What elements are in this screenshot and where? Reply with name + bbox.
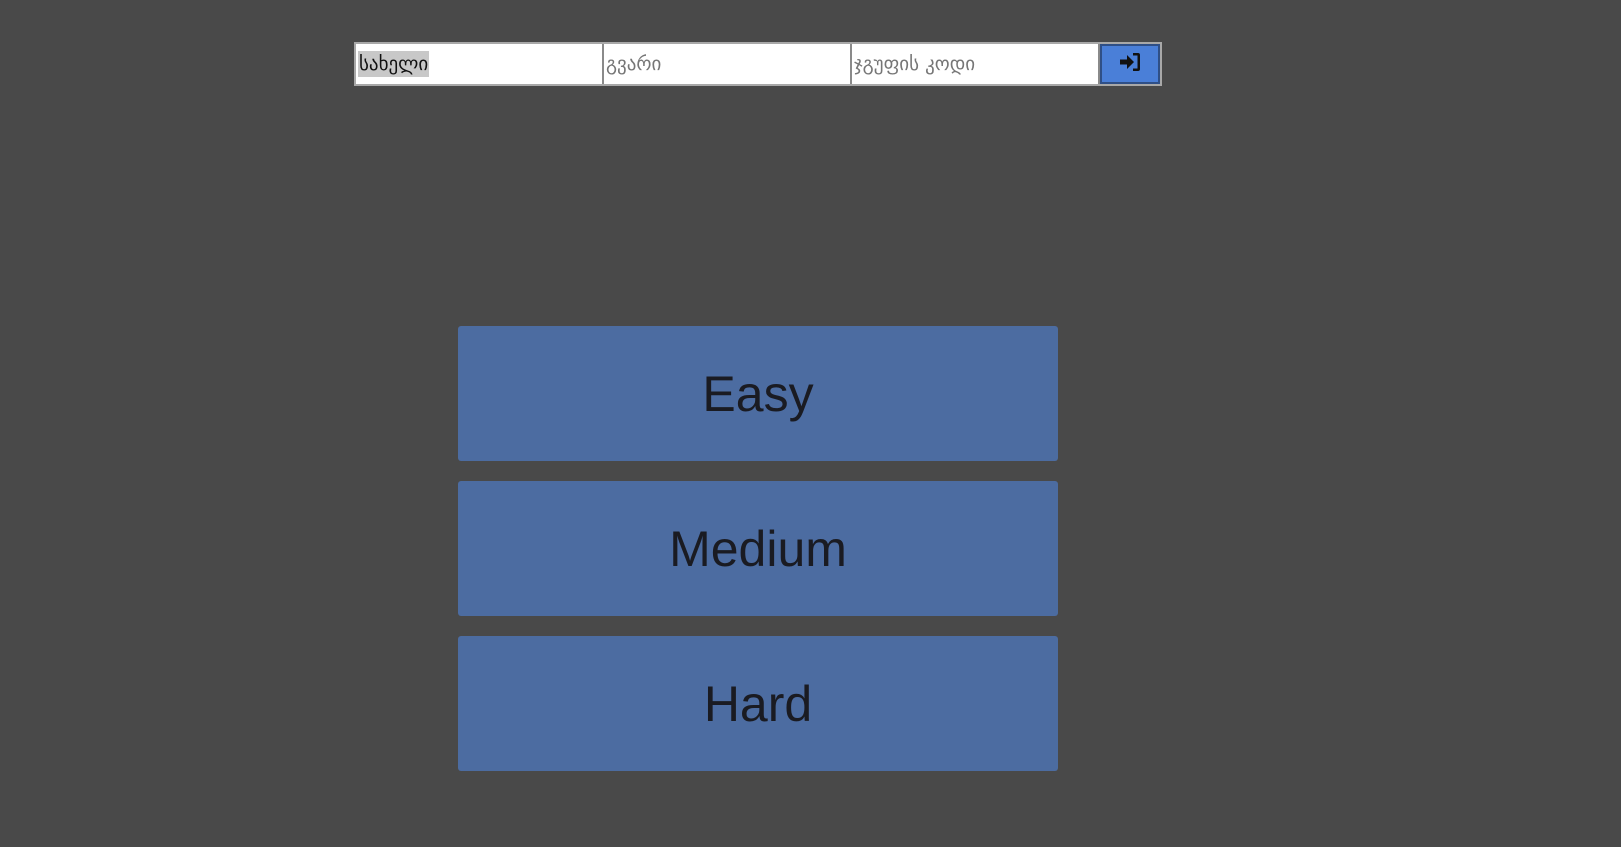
easy-label: Easy (702, 365, 814, 422)
last-name-field[interactable]: გვარი (604, 44, 852, 84)
sign-in-button[interactable] (1100, 44, 1160, 84)
login-bar: სახელი გვარი ჯგუფის კოდი (354, 42, 1162, 86)
medium-button[interactable]: Medium (458, 481, 1058, 616)
sign-in-icon (1119, 52, 1141, 76)
hard-button[interactable]: Hard (458, 636, 1058, 771)
group-code-field[interactable]: ჯგუფის კოდი (852, 44, 1100, 84)
difficulty-list: Easy Medium Hard (458, 326, 1058, 791)
first-name-field[interactable]: სახელი (356, 44, 604, 84)
easy-button[interactable]: Easy (458, 326, 1058, 461)
group-code-placeholder: ჯგუფის კოდი (854, 53, 976, 75)
medium-label: Medium (669, 520, 847, 577)
last-name-placeholder: გვარი (606, 53, 662, 75)
hard-label: Hard (703, 675, 813, 732)
first-name-value: სახელი (358, 51, 430, 77)
